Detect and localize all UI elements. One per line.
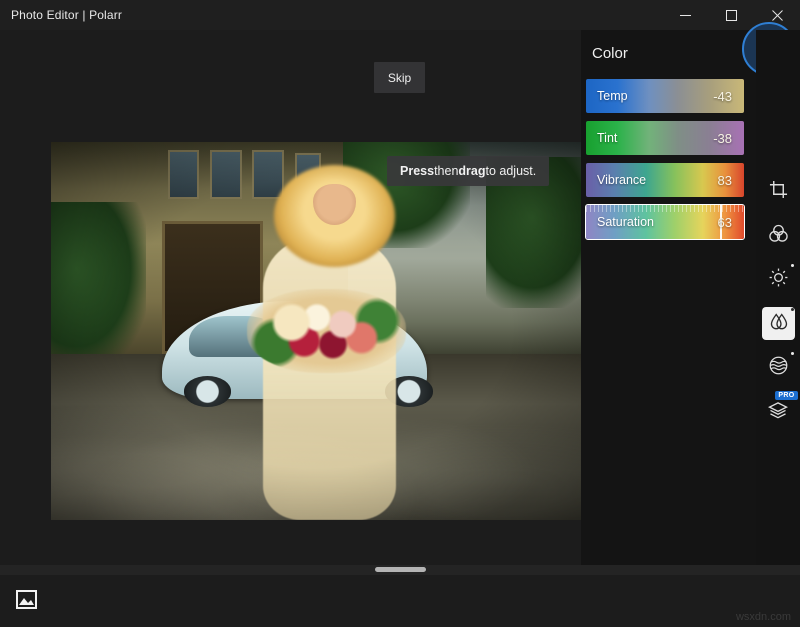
slider-saturation[interactable]: Saturation 63: [585, 204, 745, 240]
slider-value: 83: [718, 173, 732, 188]
site-watermark: wsxdn.com: [736, 611, 791, 623]
slider-value: 63: [718, 215, 732, 230]
bottom-bar: wsxdn.com: [0, 575, 800, 627]
photo-canvas[interactable]: [51, 142, 581, 520]
window-title: Photo Editor | Polarr: [11, 8, 122, 22]
panel-title: Color: [592, 45, 628, 62]
adjust-hint-tooltip: Press then drag to adjust.: [387, 156, 549, 186]
photo-editor-window: Photo Editor | Polarr Skip: [0, 0, 800, 627]
rail-button-light[interactable]: [762, 263, 795, 296]
tooltip-drag-word: drag: [458, 164, 485, 178]
rail-button-color-hsl[interactable]: [762, 307, 795, 340]
tool-rail: PRO: [756, 30, 800, 565]
rail-button-effects[interactable]: [762, 351, 795, 384]
hsl-drops-icon: [769, 312, 788, 336]
crop-icon: [769, 180, 788, 204]
slider-tint[interactable]: Tint -38: [585, 120, 745, 156]
slider-label: Vibrance: [597, 173, 646, 187]
slider-vibrance[interactable]: Vibrance 83: [585, 162, 745, 198]
minimize-button[interactable]: [662, 0, 708, 30]
layers-icon: [768, 400, 788, 424]
rail-button-layers[interactable]: PRO: [762, 395, 795, 428]
slider-label: Tint: [597, 131, 617, 145]
tooltip-press-word: Press: [400, 164, 434, 178]
maximize-button[interactable]: [708, 0, 754, 30]
slider-label: Saturation: [597, 215, 654, 229]
close-icon: [772, 10, 783, 21]
minimize-icon: [680, 10, 691, 21]
effects-icon: [769, 356, 788, 380]
photo-vignette: [51, 142, 581, 520]
slider-list: Temp -43 Tint -38 Vibrance 83 Saturation 63: [585, 78, 745, 246]
tooltip-then-word: then: [434, 164, 458, 178]
rail-button-crop[interactable]: [762, 175, 795, 208]
maximize-icon: [726, 10, 737, 21]
tooltip-suffix: to adjust.: [486, 164, 537, 178]
skip-button[interactable]: Skip: [374, 62, 425, 93]
edited-photograph: [51, 142, 581, 520]
photo-library-button[interactable]: [16, 590, 37, 609]
slider-label: Temp: [597, 89, 628, 103]
rail-button-color[interactable]: [762, 219, 795, 252]
adjustment-indicator-dot: [791, 308, 794, 311]
titlebar: Photo Editor | Polarr: [0, 0, 800, 30]
light-icon: [769, 268, 788, 292]
color-mix-icon: [769, 224, 788, 248]
filmstrip-scroll-thumb[interactable]: [375, 567, 426, 572]
slider-temp[interactable]: Temp -43: [585, 78, 745, 114]
photo-library-icon: [16, 596, 37, 613]
slider-value: -38: [713, 131, 732, 146]
adjustment-indicator-dot: [791, 264, 794, 267]
pro-badge: PRO: [775, 391, 797, 400]
slider-value: -43: [713, 89, 732, 104]
adjustment-indicator-dot: [791, 352, 794, 355]
